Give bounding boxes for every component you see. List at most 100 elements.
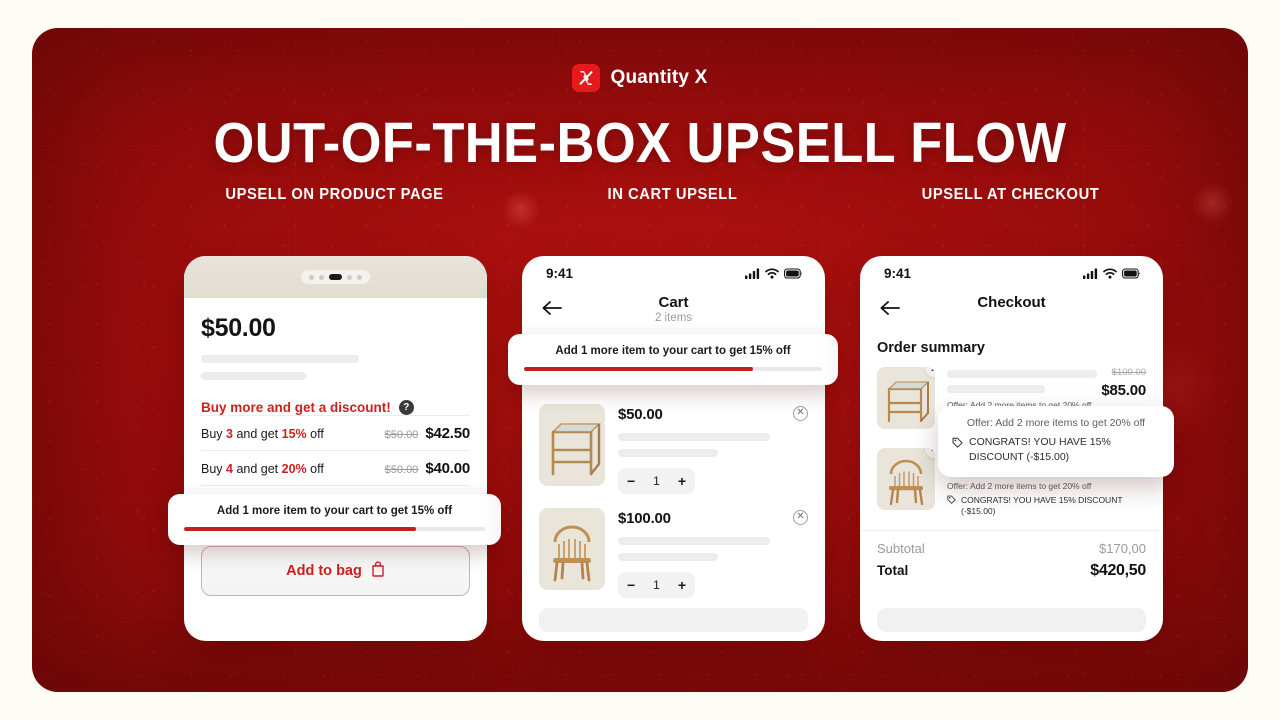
product-page-mockup: $50.00 Buy more and get a discount! ? Bu… <box>184 256 487 641</box>
page-title: OUT-OF-THE-BOX UPSELL FLOW <box>213 111 1067 175</box>
quantity-stepper[interactable]: − 1 + <box>618 468 695 494</box>
toast-message: Add 1 more item to your cart to get 15% … <box>216 505 453 517</box>
product-upsell-toast[interactable]: Add 1 more item to your cart to get 15% … <box>168 494 501 545</box>
cart-item-price: $100.00 <box>618 510 671 527</box>
checkout-item-old-price: $100.00 <box>1111 367 1146 378</box>
status-icons <box>745 267 803 279</box>
cart-mockup: 9:41 Cart 2 items $50.00 − 1 + ✕ $100.00… <box>522 256 825 641</box>
poster-stage: Quantity X OUT-OF-THE-BOX UPSELL FLOW UP… <box>32 28 1248 692</box>
checkout-item-new-price: $85.00 <box>1101 382 1146 399</box>
checkout-item-title-placeholder <box>947 370 1097 378</box>
promo-title: Buy more and get a discount! <box>201 400 391 415</box>
checkout-pay-button-placeholder[interactable] <box>877 608 1146 632</box>
status-icons <box>1083 267 1141 279</box>
tooltip-offer: Offer: Add 2 more items to get 20% off <box>966 417 1146 429</box>
arrow-left-icon[interactable] <box>540 298 566 324</box>
add-to-bag-button[interactable]: Add to bag <box>201 546 470 596</box>
carousel-dot <box>319 274 324 280</box>
checkout-navbar: Checkout <box>860 290 1163 334</box>
battery-icon <box>1122 267 1141 279</box>
carousel-dot-active <box>329 274 342 280</box>
decrease-quantity-button[interactable]: − <box>627 473 635 489</box>
cart-item-title-placeholder <box>618 537 770 545</box>
cart-item-title-placeholder <box>618 433 770 441</box>
cart-item-row[interactable]: $100.00 − 1 + ✕ <box>539 494 808 598</box>
close-circle-icon[interactable]: ✕ <box>793 406 808 421</box>
question-mark-icon[interactable]: ? <box>398 400 414 415</box>
cart-item-count: 2 items <box>654 312 693 324</box>
tier-description: Buy 4 and get 20% off <box>201 462 324 476</box>
brand-name: Quantity X <box>610 67 708 88</box>
order-summary-heading: Order summary <box>877 340 985 356</box>
status-bar: 9:41 <box>522 256 825 290</box>
checkout-item-offer: Offer: Add 2 more items to get 20% off <box>947 480 1092 491</box>
percent-slash-icon <box>572 64 601 92</box>
progress-fill <box>184 527 416 531</box>
product-price: $50.00 <box>201 314 276 342</box>
side-table-thumbnail: 2 <box>877 367 935 429</box>
brand-lockup: Quantity X <box>32 64 1248 92</box>
progress-fill <box>524 367 754 371</box>
carousel-indicator[interactable] <box>301 270 370 284</box>
close-circle-icon[interactable]: ✕ <box>793 510 808 525</box>
quantity-stepper[interactable]: − 1 + <box>618 572 695 598</box>
battery-icon <box>784 267 803 279</box>
quantity-value: 1 <box>653 474 660 488</box>
checkout-item-variant-placeholder <box>947 385 1045 393</box>
tier-description: Buy 3 and get 15% off <box>201 427 324 441</box>
cart-title-block: Cart 2 items <box>522 290 825 324</box>
total-row: Total $420,50 <box>877 562 1146 580</box>
promo-header: Buy more and get a discount! ? <box>201 400 470 415</box>
carousel-dot <box>347 274 352 280</box>
order-totals: Subtotal $170,00 Total $420,50 <box>860 529 1163 580</box>
checkout-title: Checkout <box>977 294 1046 311</box>
checkout-item-pricing: $100.00 $85.00 <box>1101 367 1146 399</box>
tooltip-congrats: CONGRATS! YOU HAVE 15% DISCOUNT (-$15.00… <box>952 435 1160 464</box>
cart-item-variant-placeholder <box>618 553 718 561</box>
product-image-area <box>184 256 487 298</box>
wifi-icon <box>1103 267 1117 279</box>
cart-upsell-toast[interactable]: Add 1 more item to your cart to get 15% … <box>508 334 838 385</box>
increase-quantity-button[interactable]: + <box>678 473 686 489</box>
subtotal-row: Subtotal $170,00 <box>877 541 1146 556</box>
shopping-bag-icon <box>371 561 385 581</box>
discount-tier-row[interactable]: Buy 4 and get 20% off $50.00 $40.00 <box>201 450 470 485</box>
tier-new-price: $42.50 <box>425 425 470 442</box>
discount-tier-row[interactable]: Buy 3 and get 15% off $50.00 $42.50 <box>201 415 470 450</box>
quantity-value: 1 <box>653 578 660 592</box>
subtotal-value: $170,00 <box>1099 540 1146 556</box>
tier-old-price: $50.00 <box>384 429 419 441</box>
product-details: $50.00 Buy more and get a discount! ? Bu… <box>184 298 487 486</box>
cart-navbar: Cart 2 items <box>522 290 825 334</box>
total-value: $420,50 <box>1090 561 1146 579</box>
cart-items-list: $50.00 − 1 + ✕ $100.00 − 1 + ✕ <box>522 390 825 598</box>
total-label: Total <box>877 562 909 578</box>
tier-new-price: $40.00 <box>425 460 470 477</box>
increase-quantity-button[interactable]: + <box>678 577 686 593</box>
progress-track <box>524 367 822 371</box>
checkout-offer-tooltip[interactable]: Offer: Add 2 more items to get 20% off C… <box>938 406 1174 478</box>
congrats-text: CONGRATS! YOU HAVE 15% DISCOUNT (-$15.00… <box>961 494 1123 517</box>
cart-item-price: $50.00 <box>618 406 663 423</box>
column-header-product-page: UPSELL ON PRODUCT PAGE <box>225 186 444 203</box>
tier-old-price: $50.00 <box>384 464 419 476</box>
cart-checkout-button-placeholder[interactable] <box>539 608 808 632</box>
price-tag-icon <box>952 435 963 464</box>
arrow-left-icon[interactable] <box>878 298 904 324</box>
decrease-quantity-button[interactable]: − <box>627 577 635 593</box>
progress-track <box>184 527 485 531</box>
tier-pricing: $50.00 $40.00 <box>384 460 471 477</box>
add-to-bag-label: Add to bag <box>286 563 362 579</box>
subtotal-label: Subtotal <box>877 540 925 556</box>
status-time: 9:41 <box>546 265 574 281</box>
status-time: 9:41 <box>884 265 912 281</box>
carousel-dot <box>357 274 362 280</box>
column-header-in-cart: IN CART UPSELL <box>607 186 738 203</box>
wooden-chair-thumbnail <box>539 508 605 590</box>
carousel-dot <box>309 274 314 280</box>
toast-message: Add 1 more item to your cart to get 15% … <box>555 345 791 357</box>
cellular-signal-icon <box>745 268 760 279</box>
status-bar: 9:41 <box>860 256 1163 290</box>
cart-item-row[interactable]: $50.00 − 1 + ✕ <box>539 390 808 494</box>
tier-pricing: $50.00 $42.50 <box>384 425 471 442</box>
